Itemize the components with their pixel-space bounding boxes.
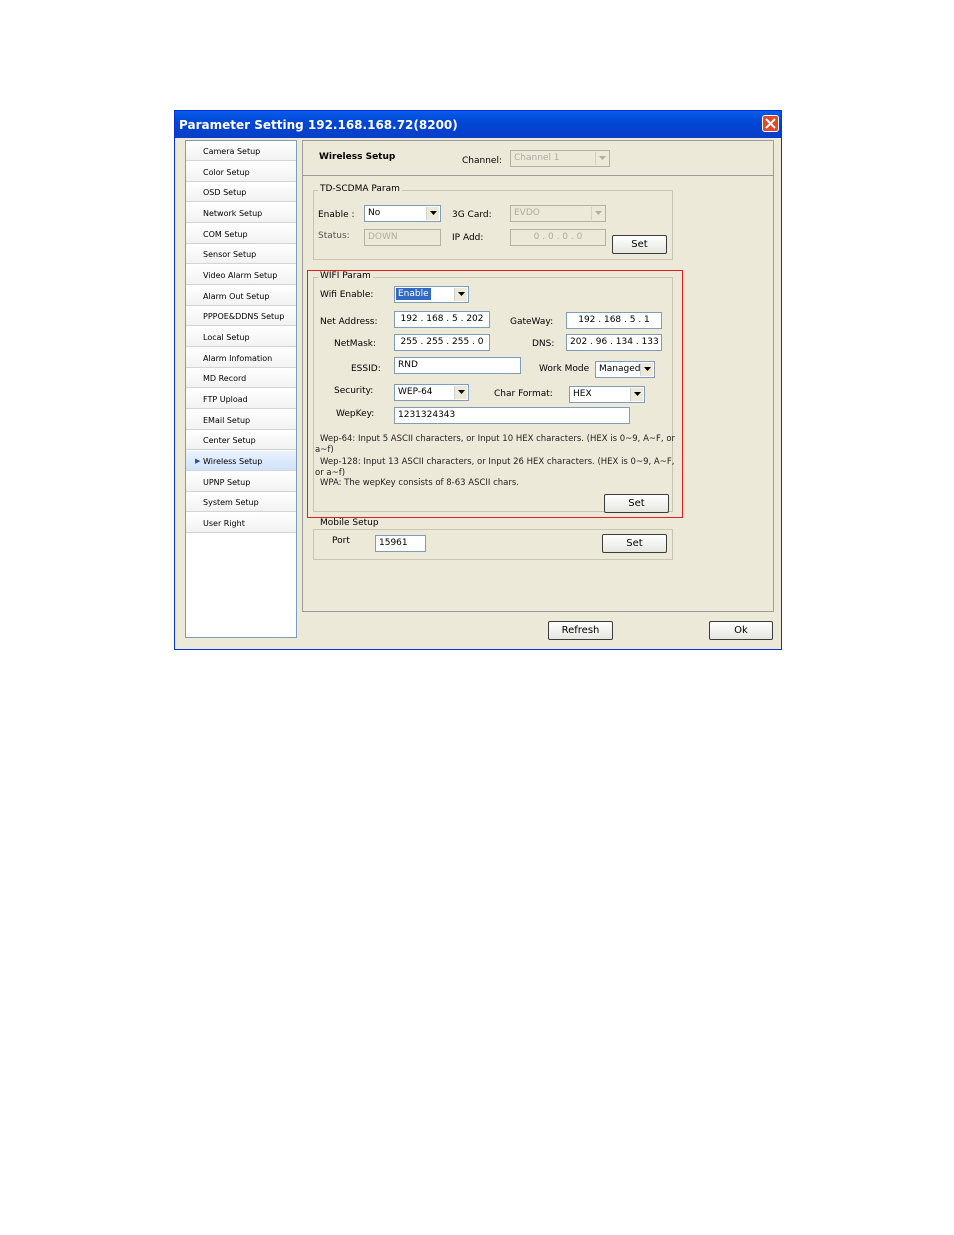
tdscdma-status-field: DOWN [364,229,441,246]
divider [303,175,773,176]
active-arrow-icon: ▶ [195,457,201,465]
settings-sidebar: Camera Setup Color Setup OSD Setup Netwo… [185,140,297,638]
sidebar-item-label: User Right [203,519,245,528]
ip-add-field[interactable]: 0 . 0 . 0 . 0 [510,229,606,246]
sidebar-item-label: Wireless Setup [203,457,263,466]
port-label: Port [332,536,350,546]
sidebar-item-label: FTP Upload [203,395,248,404]
title-bar[interactable]: Parameter Setting 192.168.168.72(8200) [175,111,781,138]
close-button[interactable] [762,115,779,132]
dropdown-arrow-icon [591,207,604,220]
refresh-button[interactable]: Refresh [548,621,613,640]
sidebar-item-label: Alarm Infomation [203,354,273,363]
sidebar-item-pppoe-ddns-setup[interactable]: PPPOE&DDNS Setup [186,306,296,326]
sidebar-item-camera-setup[interactable]: Camera Setup [186,141,296,161]
sidebar-item-com-setup[interactable]: COM Setup [186,224,296,244]
sidebar-item-upnp-setup[interactable]: UPNP Setup [186,472,296,492]
sidebar-item-system-setup[interactable]: System Setup [186,492,296,512]
sidebar-item-label: UPNP Setup [203,478,251,487]
mobile-set-button[interactable]: Set [602,534,667,553]
sidebar-item-video-alarm-setup[interactable]: Video Alarm Setup [186,265,296,285]
tdscdma-set-button[interactable]: Set [612,235,667,254]
sidebar-item-label: Color Setup [203,168,250,177]
tdscdma-enable-label: Enable : [318,210,355,220]
tdscdma-enable-select[interactable]: No [364,205,441,222]
ok-button[interactable]: Ok [709,621,773,640]
sidebar-item-osd-setup[interactable]: OSD Setup [186,182,296,202]
sidebar-item-label: EMail Setup [203,416,251,425]
page-title: Wireless Setup [319,152,396,162]
3g-card-value: EVDO [514,208,540,218]
sidebar-item-alarm-information[interactable]: Alarm Infomation [186,348,296,368]
channel-label: Channel: [462,156,502,166]
window-title: Parameter Setting 192.168.168.72(8200) [179,118,458,132]
sidebar-item-sensor-setup[interactable]: Sensor Setup [186,244,296,264]
sidebar-item-label: System Setup [203,498,259,507]
dropdown-arrow-icon [426,207,439,220]
3g-card-label: 3G Card: [452,210,492,220]
channel-select[interactable]: Channel 1 [510,150,610,167]
sidebar-item-label: COM Setup [203,230,248,239]
sidebar-item-wireless-setup[interactable]: ▶ Wireless Setup [186,451,296,471]
sidebar-item-label: MD Record [203,374,247,383]
sidebar-item-center-setup[interactable]: Center Setup [186,430,296,450]
sidebar-item-label: Local Setup [203,333,250,342]
sidebar-item-local-setup[interactable]: Local Setup [186,327,296,347]
sidebar-item-label: Sensor Setup [203,250,257,259]
sidebar-item-label: PPPOE&DDNS Setup [203,312,285,321]
mobile-caption: Mobile Setup [318,518,381,528]
dropdown-arrow-icon [595,152,608,165]
tdscdma-enable-value: No [368,208,381,218]
port-field[interactable]: 15961 [375,535,426,552]
sidebar-item-label: Alarm Out Setup [203,292,270,301]
sidebar-item-label: Camera Setup [203,147,261,156]
tdscdma-caption: TD-SCDMA Param [318,184,402,194]
sidebar-item-network-setup[interactable]: Network Setup [186,203,296,223]
sidebar-item-user-right[interactable]: User Right [186,513,296,533]
3g-card-select[interactable]: EVDO [510,205,606,222]
sidebar-item-alarm-out-setup[interactable]: Alarm Out Setup [186,286,296,306]
close-icon [765,118,776,129]
sidebar-item-md-record[interactable]: MD Record [186,368,296,388]
tdscdma-status-label: Status: [318,231,350,241]
sidebar-item-label: Center Setup [203,436,256,445]
sidebar-item-email-setup[interactable]: EMail Setup [186,410,296,430]
sidebar-item-label: OSD Setup [203,188,247,197]
channel-value: Channel 1 [514,153,560,163]
highlight-frame [307,270,683,518]
sidebar-item-color-setup[interactable]: Color Setup [186,162,296,182]
sidebar-item-ftp-upload[interactable]: FTP Upload [186,389,296,409]
sidebar-item-label: Video Alarm Setup [203,271,278,280]
ip-add-label: IP Add: [452,233,484,243]
sidebar-item-label: Network Setup [203,209,263,218]
parameter-setting-window: Parameter Setting 192.168.168.72(8200) C… [174,110,782,650]
